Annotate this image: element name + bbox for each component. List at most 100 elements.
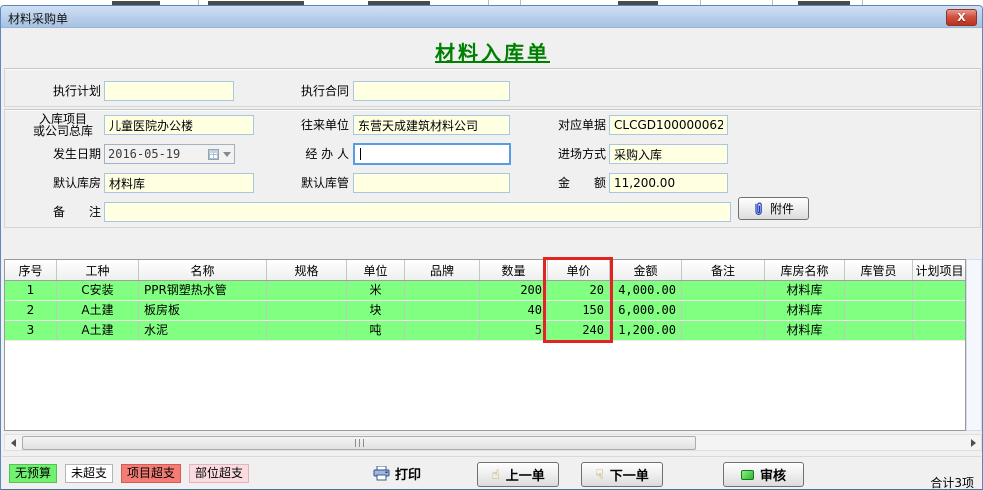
table-cell bbox=[845, 281, 913, 300]
table-cell bbox=[405, 321, 480, 340]
column-header[interactable]: 单位 bbox=[347, 260, 405, 280]
print-button-label: 打印 bbox=[395, 464, 421, 483]
arrow-left-icon bbox=[11, 439, 16, 447]
legend-item: 部位超支 bbox=[189, 464, 249, 483]
column-header[interactable]: 品牌 bbox=[405, 260, 480, 280]
print-button[interactable]: 打印 bbox=[373, 464, 421, 483]
table-cell: 200 bbox=[480, 281, 548, 300]
table-cell: 材料库 bbox=[765, 281, 845, 300]
table-row[interactable]: 1C安装PPR钢塑热水管米200204,000.00材料库 bbox=[5, 281, 965, 301]
warehouse-label: 默认库房 bbox=[39, 175, 101, 191]
entry-mode-input[interactable] bbox=[609, 144, 728, 164]
project-label: 入库项目 或公司总库 bbox=[25, 113, 101, 137]
text-caret bbox=[360, 148, 361, 160]
next-order-label: 下一单 bbox=[610, 465, 649, 484]
paperclip-icon bbox=[753, 202, 764, 216]
table-cell bbox=[405, 281, 480, 300]
doc-no-input[interactable] bbox=[609, 115, 728, 135]
audit-button[interactable]: 审核 bbox=[723, 462, 804, 487]
column-header[interactable]: 规格 bbox=[267, 260, 347, 280]
amount-input[interactable] bbox=[609, 173, 728, 193]
keeper-input[interactable] bbox=[353, 173, 510, 193]
column-header[interactable]: 名称 bbox=[139, 260, 267, 280]
attachment-button[interactable]: 附件 bbox=[738, 197, 809, 220]
hand-down-icon: ☟ bbox=[595, 468, 604, 482]
column-header[interactable]: 库房名称 bbox=[765, 260, 845, 280]
table-cell: 3 bbox=[5, 321, 57, 340]
dialog-titlebar[interactable]: 材料采购单 X bbox=[1, 6, 982, 28]
printer-icon bbox=[373, 466, 390, 481]
table-cell: 20 bbox=[548, 281, 610, 300]
exec-contract-input[interactable] bbox=[353, 81, 510, 101]
table-cell bbox=[682, 321, 765, 340]
table-cell: 1,200.00 bbox=[610, 321, 682, 340]
column-header[interactable]: 单价 bbox=[548, 260, 610, 280]
table-cell bbox=[845, 321, 913, 340]
project-input[interactable] bbox=[104, 115, 254, 135]
column-header[interactable]: 工种 bbox=[57, 260, 139, 280]
page-title: 材料入库单 bbox=[1, 37, 983, 66]
column-header[interactable]: 数量 bbox=[480, 260, 548, 280]
scrollbar-thumb[interactable] bbox=[22, 436, 696, 450]
table-cell bbox=[913, 321, 966, 340]
material-purchase-dialog: 材料采购单 X 材料入库单 执行计划 执行合同 入库项目 或公司总库 往来单位 … bbox=[0, 5, 983, 490]
exec-contract-label: 执行合同 bbox=[287, 83, 349, 99]
handler-input[interactable] bbox=[353, 143, 511, 165]
chevron-down-icon[interactable] bbox=[223, 152, 231, 157]
table-cell: PPR钢塑热水管 bbox=[139, 281, 267, 300]
column-header[interactable]: 备注 bbox=[682, 260, 765, 280]
items-table: 序号工种名称规格单位品牌数量单价金额备注库房名称库管员计划项目 1C安装PPR钢… bbox=[4, 259, 966, 431]
audit-button-label: 审核 bbox=[760, 465, 786, 484]
table-cell: 4,000.00 bbox=[610, 281, 682, 300]
scrollbar-grip bbox=[355, 439, 364, 447]
scroll-right-button[interactable] bbox=[965, 435, 981, 450]
exec-plan-label: 执行计划 bbox=[39, 83, 101, 99]
table-cell: 240 bbox=[548, 321, 610, 340]
warehouse-input[interactable] bbox=[104, 173, 254, 193]
column-header[interactable]: 序号 bbox=[5, 260, 57, 280]
audit-status-icon bbox=[741, 470, 754, 480]
counterparty-input[interactable] bbox=[353, 115, 510, 135]
date-value: 2016-05-19 bbox=[108, 147, 208, 161]
column-header[interactable]: 金额 bbox=[610, 260, 682, 280]
table-cell: 材料库 bbox=[765, 301, 845, 320]
table-cell: 2 bbox=[5, 301, 57, 320]
table-row[interactable]: 2A土建板房板块401506,000.00材料库 bbox=[5, 301, 965, 321]
table-cell: 1 bbox=[5, 281, 57, 300]
screen: 材料采购单 X 材料入库单 执行计划 执行合同 入库项目 或公司总库 往来单位 … bbox=[0, 0, 983, 490]
table-cell: 5 bbox=[480, 321, 548, 340]
close-icon: X bbox=[957, 11, 965, 24]
vertical-scrollbar[interactable] bbox=[966, 259, 982, 431]
entry-mode-label: 进场方式 bbox=[544, 146, 606, 162]
calendar-icon[interactable] bbox=[208, 149, 219, 160]
table-cell: 板房板 bbox=[139, 301, 267, 320]
table-cell: C安装 bbox=[57, 281, 139, 300]
table-cell bbox=[913, 281, 966, 300]
previous-order-button[interactable]: ☝ 上一单 bbox=[477, 462, 559, 487]
horizontal-scrollbar[interactable] bbox=[4, 434, 982, 451]
column-header[interactable]: 库管员 bbox=[845, 260, 913, 280]
table-row[interactable]: 3A土建水泥吨52401,200.00材料库 bbox=[5, 321, 965, 341]
window-title: 材料采购单 bbox=[8, 10, 68, 27]
close-button[interactable]: X bbox=[946, 9, 977, 26]
column-header[interactable]: 计划项目 bbox=[913, 260, 966, 280]
table-cell: A土建 bbox=[57, 321, 139, 340]
table-body: 1C安装PPR钢塑热水管米200204,000.00材料库2A土建板房板块401… bbox=[5, 281, 965, 341]
table-cell: 6,000.00 bbox=[610, 301, 682, 320]
legend-item: 无预算 bbox=[9, 464, 57, 483]
previous-order-label: 上一单 bbox=[506, 465, 545, 484]
legend-item: 项目超支 bbox=[121, 464, 181, 483]
date-picker[interactable]: 2016-05-19 bbox=[104, 144, 235, 164]
remark-input[interactable] bbox=[104, 202, 731, 222]
scroll-left-button[interactable] bbox=[5, 435, 21, 450]
attachment-button-label: 附件 bbox=[770, 200, 794, 217]
table-cell bbox=[682, 281, 765, 300]
table-cell: 块 bbox=[347, 301, 405, 320]
exec-plan-input[interactable] bbox=[104, 81, 234, 101]
next-order-button[interactable]: ☟ 下一单 bbox=[581, 462, 663, 487]
keeper-label: 默认库管 bbox=[287, 175, 349, 191]
table-cell bbox=[845, 301, 913, 320]
table-cell bbox=[267, 281, 347, 300]
amount-label: 金 额 bbox=[544, 175, 606, 191]
table-cell bbox=[913, 301, 966, 320]
